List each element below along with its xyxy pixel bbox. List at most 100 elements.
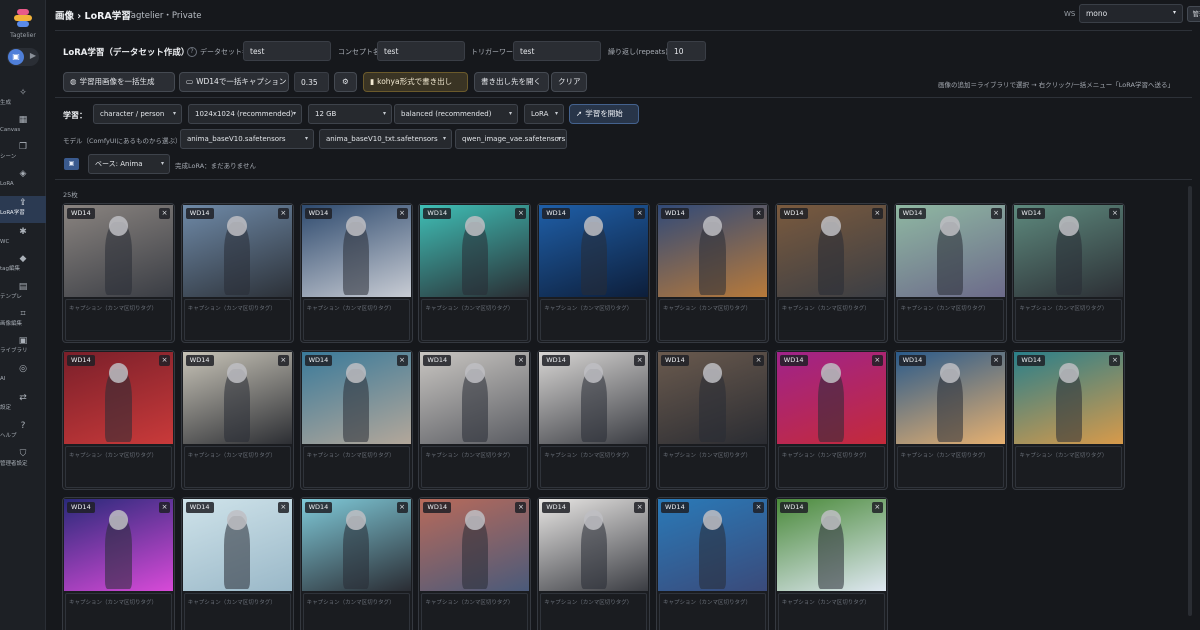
image-card[interactable]: WD14 × キャプション（カンマ区切りタグ） <box>180 350 294 490</box>
caption-textarea[interactable]: キャプション（カンマ区切りタグ） <box>302 446 410 488</box>
image-card[interactable]: WD14 × キャプション（カンマ区切りタグ） <box>537 203 651 343</box>
wd14-badge[interactable]: WD14 <box>779 502 808 513</box>
wd14-caption-button[interactable]: ▭ WD14で一括キャプション <box>179 72 289 92</box>
kohya-export-button[interactable]: ▮ kohya形式で書き出し <box>363 72 468 92</box>
caption-textarea[interactable]: キャプション（カンマ区切りタグ） <box>183 446 291 488</box>
remove-image-button[interactable]: × <box>753 208 764 219</box>
image-card[interactable]: WD14 × キャプション（カンマ区切りタグ） <box>537 350 651 490</box>
model-kind-select[interactable]: LoRA ▾ <box>524 104 564 124</box>
mode-switch[interactable]: ▣ ▶ <box>7 48 39 66</box>
start-training-button[interactable]: ➚ 学習を開始 <box>569 104 639 124</box>
wd14-badge[interactable]: WD14 <box>423 355 452 366</box>
caption-textarea[interactable]: キャプション（カンマ区切りタグ） <box>896 299 1004 341</box>
image-card[interactable]: WD14 × キャプション（カンマ区切りタグ） <box>62 203 175 343</box>
sidebar-item-2[interactable]: ❐ シーン <box>0 140 46 167</box>
image-card[interactable]: WD14 × キャプション（カンマ区切りタグ） <box>774 350 888 490</box>
remove-image-button[interactable]: × <box>871 502 883 513</box>
clear-button[interactable]: クリア <box>551 72 587 92</box>
sidebar-item-3[interactable]: ◈ LoRA <box>0 167 46 194</box>
image-card[interactable]: WD14 × キャプション（カンマ区切りタグ） <box>656 350 769 490</box>
wd14-badge[interactable]: WD14 <box>542 502 570 513</box>
image-card[interactable]: WD14 × キャプション（カンマ区切りタグ） <box>299 350 413 490</box>
concept-name-field[interactable]: test <box>377 41 465 61</box>
image-card[interactable]: WD14 × キャプション（カンマ区切りタグ） <box>893 203 1007 343</box>
wd14-badge[interactable]: WD14 <box>304 208 333 219</box>
sidebar-item-13[interactable]: ⛉ 管理者設定 <box>0 447 46 474</box>
wd14-badge[interactable]: WD14 <box>661 502 689 513</box>
sidebar-item-10[interactable]: ◎ AI <box>0 362 46 389</box>
image-mode-icon[interactable]: ▣ <box>8 49 24 65</box>
bulk-generate-button[interactable]: ◍ 学習用画像を一括生成 <box>63 72 175 92</box>
caption-textarea[interactable]: キャプション（カンマ区切りタグ） <box>65 446 172 488</box>
wd14-badge[interactable]: WD14 <box>779 355 808 366</box>
sidebar-item-6[interactable]: ◆ tag編集 <box>0 252 46 279</box>
dataset-name-field[interactable]: test <box>243 41 331 61</box>
caption-textarea[interactable]: キャプション（カンマ区切りタグ） <box>421 593 529 630</box>
caption-textarea[interactable]: キャプション（カンマ区切りタグ） <box>1015 446 1123 488</box>
sidebar-item-4[interactable]: ⇪ LoRA学習 <box>0 196 46 223</box>
remove-image-button[interactable]: × <box>871 355 883 366</box>
wd14-badge[interactable]: WD14 <box>542 355 570 366</box>
wd14-badge[interactable]: WD14 <box>304 355 333 366</box>
repeats-field[interactable]: 10 <box>667 41 706 61</box>
image-card[interactable]: WD14 × キャプション（カンマ区切りタグ） <box>656 497 769 630</box>
caption-textarea[interactable]: キャプション（カンマ区切りタグ） <box>777 593 885 630</box>
video-mode-icon[interactable]: ▶ <box>30 51 36 60</box>
sidebar-item-11[interactable]: ⇄ 設定 <box>0 391 46 418</box>
remove-image-button[interactable]: × <box>753 355 764 366</box>
wd14-badge[interactable]: WD14 <box>779 208 808 219</box>
base-toggle-icon[interactable]: ▣ <box>64 158 79 170</box>
caption-textarea[interactable]: キャプション（カンマ区切りタグ） <box>302 593 410 630</box>
caption-textarea[interactable]: キャプション（カンマ区切りタグ） <box>302 299 410 341</box>
image-card[interactable]: WD14 × キャプション（カンマ区切りタグ） <box>62 497 175 630</box>
sidebar-item-1[interactable]: ▦ Canvas <box>0 113 46 140</box>
remove-image-button[interactable]: × <box>990 208 1002 219</box>
remove-image-button[interactable]: × <box>753 502 764 513</box>
wd14-badge[interactable]: WD14 <box>661 355 689 366</box>
wd14-badge[interactable]: WD14 <box>1017 355 1046 366</box>
caption-textarea[interactable]: キャプション（カンマ区切りタグ） <box>540 299 648 341</box>
caption-textarea[interactable]: キャプション（カンマ区切りタグ） <box>777 446 885 488</box>
remove-image-button[interactable]: × <box>277 502 289 513</box>
workspace-select[interactable]: mono ▾ <box>1079 4 1183 23</box>
vram-select[interactable]: 12 GB ▾ <box>308 104 392 124</box>
threshold-field[interactable]: 0.35 <box>294 72 329 92</box>
image-card[interactable]: WD14 × キャプション（カンマ区切りタグ） <box>774 203 888 343</box>
remove-image-button[interactable]: × <box>871 208 883 219</box>
settings-button[interactable]: ⚙ <box>334 72 357 92</box>
remove-image-button[interactable]: × <box>159 208 170 219</box>
remove-image-button[interactable]: × <box>1109 355 1121 366</box>
sidebar-item-8[interactable]: ⌗ 画像編集 <box>0 307 46 334</box>
wd14-badge[interactable]: WD14 <box>185 208 214 219</box>
image-card[interactable]: WD14 × キャプション（カンマ区切りタグ） <box>893 350 1007 490</box>
caption-textarea[interactable]: キャプション（カンマ区切りタグ） <box>421 299 529 341</box>
vae-select[interactable]: qwen_image_vae.safetensors ▾ <box>455 129 567 149</box>
sidebar-item-5[interactable]: ✱ WC <box>0 225 46 252</box>
wd14-badge[interactable]: WD14 <box>185 502 214 513</box>
remove-image-button[interactable]: × <box>634 355 646 366</box>
image-card[interactable]: WD14 × キャプション（カンマ区切りタグ） <box>299 497 413 630</box>
caption-textarea[interactable]: キャプション（カンマ区切りタグ） <box>659 299 766 341</box>
image-card[interactable]: WD14 × キャプション（カンマ区切りタグ） <box>62 350 175 490</box>
image-card[interactable]: WD14 × キャプション（カンマ区切りタグ） <box>180 203 294 343</box>
caption-textarea[interactable]: キャプション（カンマ区切りタグ） <box>659 593 766 630</box>
caption-textarea[interactable]: キャプション（カンマ区切りタグ） <box>183 593 291 630</box>
caption-textarea[interactable]: キャプション（カンマ区切りタグ） <box>540 593 648 630</box>
remove-image-button[interactable]: × <box>634 502 646 513</box>
wd14-badge[interactable]: WD14 <box>898 208 927 219</box>
remove-image-button[interactable]: × <box>277 355 289 366</box>
remove-image-button[interactable]: × <box>159 355 170 366</box>
remove-image-button[interactable]: × <box>396 502 408 513</box>
admin-button[interactable]: 管理 <box>1187 6 1200 22</box>
remove-image-button[interactable]: × <box>515 355 527 366</box>
caption-textarea[interactable]: キャプション（カンマ区切りタグ） <box>777 299 885 341</box>
wd14-badge[interactable]: WD14 <box>423 208 452 219</box>
wd14-badge[interactable]: WD14 <box>542 208 570 219</box>
remove-image-button[interactable]: × <box>990 355 1002 366</box>
image-card[interactable]: WD14 × キャプション（カンマ区切りタグ） <box>537 497 651 630</box>
caption-textarea[interactable]: キャプション（カンマ区切りタグ） <box>896 446 1004 488</box>
remove-image-button[interactable]: × <box>159 502 170 513</box>
wd14-badge[interactable]: WD14 <box>67 208 95 219</box>
wd14-badge[interactable]: WD14 <box>661 208 689 219</box>
remove-image-button[interactable]: × <box>396 355 408 366</box>
